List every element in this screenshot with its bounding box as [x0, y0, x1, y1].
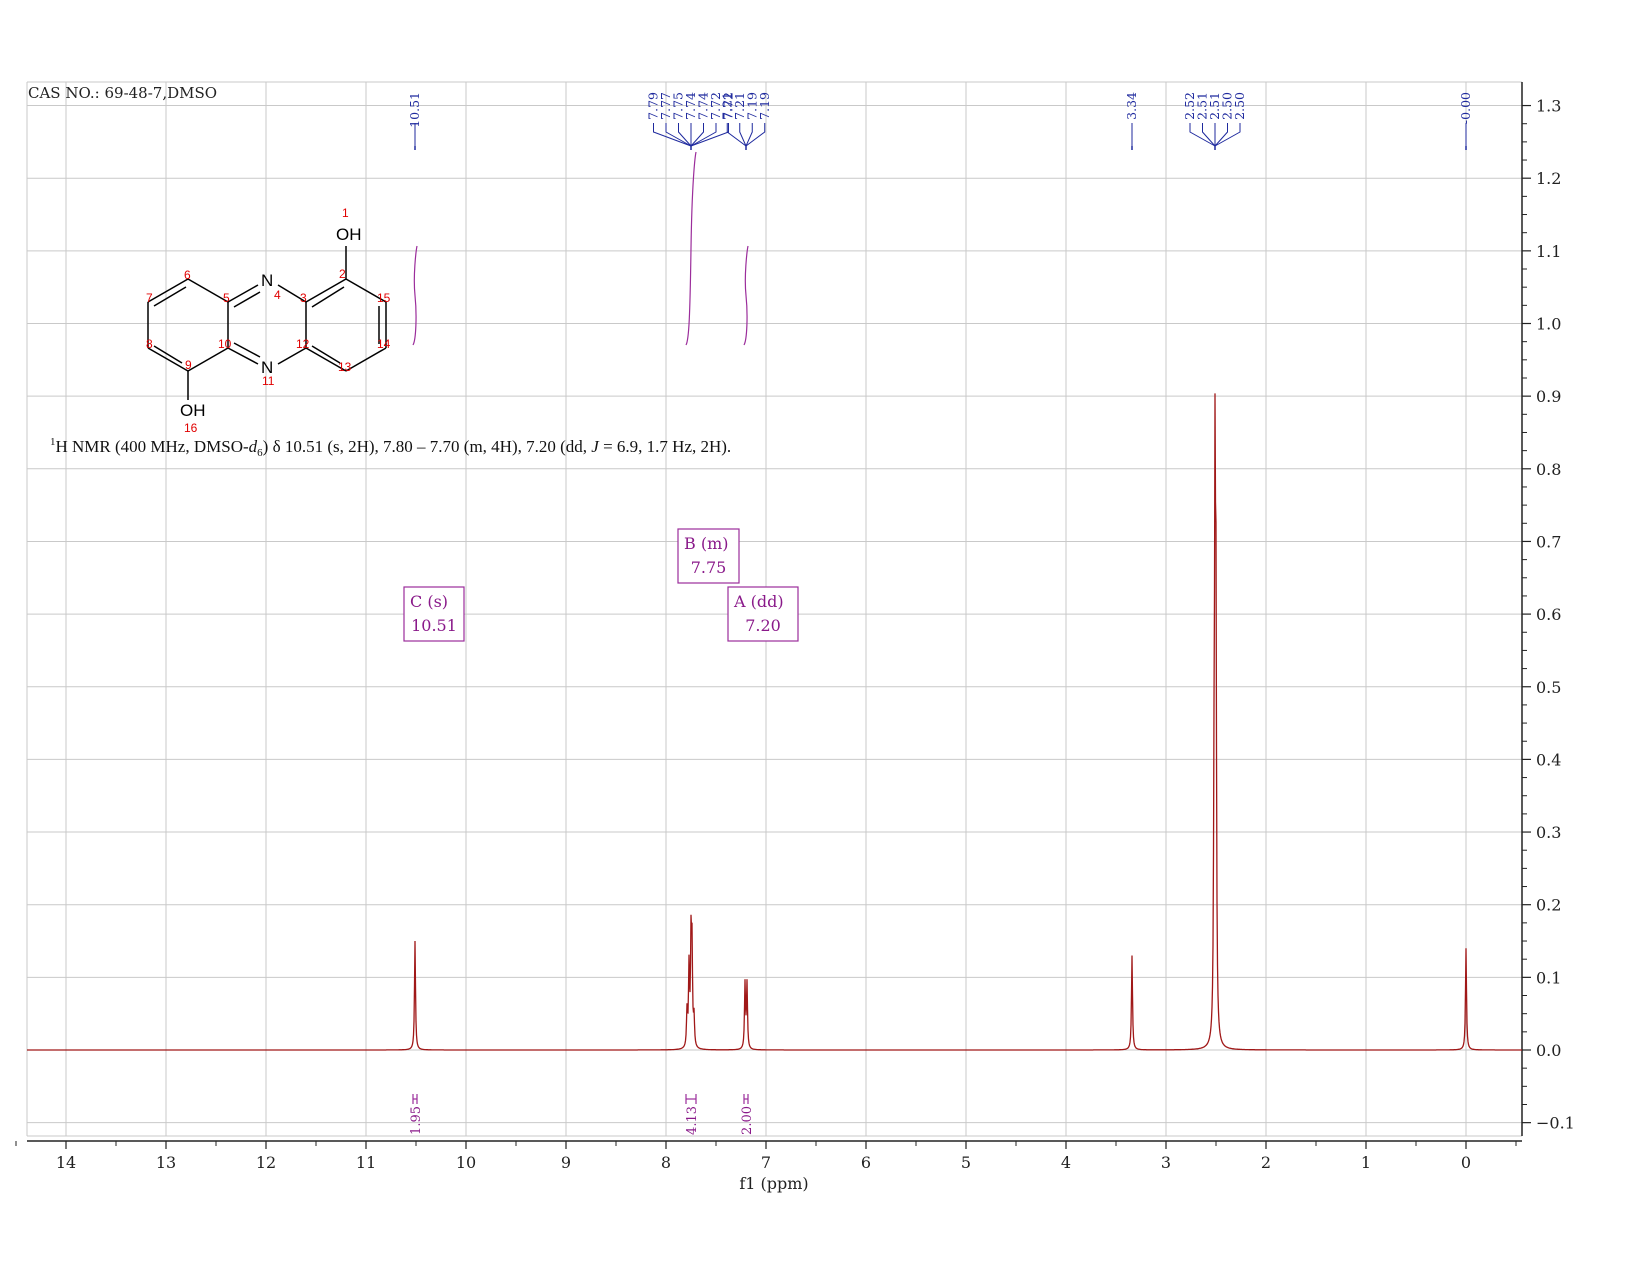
x-axis-ticks: 14 13 12 11 10 9 8 7 6 5 4 3 2 1 0 — [15, 1141, 1517, 1172]
peak-label-text: 10.51 — [407, 92, 422, 128]
nmr-summary-text: 1H NMR (400 MHz, DMSO-d6) δ 10.51 (s, 2H… — [50, 436, 731, 459]
x-tick-label: 13 — [156, 1153, 176, 1172]
multiplet-shift: 7.75 — [691, 558, 727, 577]
y-tick-label: 1.3 — [1536, 97, 1561, 116]
integral-curve — [685, 151, 697, 346]
multiplet-label: B (m) — [684, 534, 729, 553]
atom-number-12: 12 — [296, 337, 310, 351]
multiplet-boxes: C (s) 10.51 B (m) 7.75 A (dd) 7.20 — [403, 528, 799, 642]
atom-oh-bottom: OH — [180, 401, 206, 420]
summary-part-3: = 6.9, 1.7 Hz, 2H). — [599, 437, 731, 456]
x-tick-label: 11 — [356, 1153, 376, 1172]
y-tick-label: 0.4 — [1536, 750, 1561, 769]
x-tick-label: 4 — [1061, 1153, 1071, 1172]
atom-number-14: 14 — [377, 337, 391, 351]
peak-label-text: 3.34 — [1124, 92, 1139, 120]
integral-value: 2.00 — [740, 1106, 755, 1135]
integral-curve — [743, 245, 749, 346]
multiplet-shift: 10.51 — [411, 616, 457, 635]
summary-part-1: H NMR (400 MHz, DMSO- — [56, 437, 249, 456]
integral-value: 1.95 — [409, 1106, 424, 1135]
y-tick-label: 0.1 — [1536, 968, 1561, 987]
multiplet-label: C (s) — [410, 592, 448, 611]
y-tick-label: 0.0 — [1536, 1041, 1561, 1060]
x-tick-label: 3 — [1161, 1153, 1171, 1172]
x-tick-label: 7 — [761, 1153, 771, 1172]
y-tick-label: 0.7 — [1536, 532, 1561, 551]
y-tick-label: 0.3 — [1536, 823, 1561, 842]
atom-number-2: 2 — [339, 267, 346, 281]
peak-label-text: 2.50 — [1232, 92, 1247, 120]
peak-label-text: 7.19 — [757, 92, 772, 120]
atom-number-16: 16 — [184, 421, 198, 435]
multiplet-label: A (dd) — [733, 592, 784, 611]
integral-curve — [412, 245, 418, 346]
atom-number-3: 3 — [300, 291, 307, 305]
nmr-plot: 14 13 12 11 10 9 8 7 6 5 4 3 2 1 0 1.31.21.11.00.90.80… — [15, 81, 1575, 1193]
x-tick-label: 0 — [1461, 1153, 1471, 1172]
peak-label-leader — [726, 123, 747, 147]
y-tick-label: −0.1 — [1536, 1114, 1575, 1133]
x-tick-label: 6 — [861, 1153, 871, 1172]
atom-number-13: 13 — [338, 360, 352, 374]
y-tick-label: 0.5 — [1536, 678, 1561, 697]
atom-number-4: 4 — [274, 288, 281, 302]
atom-oh-top: OH — [336, 225, 362, 244]
y-tick-label: 0.2 — [1536, 896, 1561, 915]
peak-labels: 10.51 7.797.777.757.747.747.727.727.217.2… — [407, 92, 1473, 150]
atom-number-11: 11 — [262, 374, 275, 388]
x-tick-label: 1 — [1361, 1153, 1371, 1172]
x-axis-label: f1 (ppm) — [739, 1174, 808, 1193]
atom-number-8: 8 — [146, 337, 153, 351]
x-tick-label: 9 — [561, 1153, 571, 1172]
atom-number-7: 7 — [146, 291, 153, 305]
x-tick-label: 10 — [456, 1153, 476, 1172]
spectrum-trace — [27, 393, 1522, 1051]
multiplet-shift: 7.20 — [745, 616, 781, 635]
atom-number-9: 9 — [185, 358, 192, 372]
atom-number-1: 1 — [342, 206, 349, 220]
atom-n-top: N — [261, 271, 273, 290]
y-tick-label: 0.8 — [1536, 460, 1561, 479]
y-axis-ticks: 1.3 1.2 1.1 1.0 0.9 0.8 0.7 0.6 0.5 0.4 0.3 0.2 0.1 0… — [1522, 97, 1575, 1133]
x-tick-label: 2 — [1261, 1153, 1271, 1172]
atom-number-5: 5 — [223, 291, 230, 305]
chemical-structure: OH N N OH 1 2 3 4 5 6 7 8 9 10 11 12 13 … — [146, 206, 391, 435]
y-tick-label: 1.2 — [1536, 169, 1561, 188]
peak-label-leader — [745, 123, 766, 147]
x-tick-label: 5 — [961, 1153, 971, 1172]
peak-label-text: -0.00 — [1458, 92, 1473, 124]
x-tick-label: 8 — [661, 1153, 671, 1172]
atom-number-10: 10 — [218, 337, 232, 351]
integral-curves: 1.95 4.13 2.00 — [409, 151, 755, 1135]
cas-number-label: CAS NO.: 69-48-7,DMSO — [28, 84, 217, 102]
x-tick-label: 14 — [56, 1153, 76, 1172]
summary-part-2: ) δ 10.51 (s, 2H), 7.80 – 7.70 (m, 4H), … — [263, 437, 592, 456]
nmr-spectrum-figure: 14 13 12 11 10 9 8 7 6 5 4 3 2 1 0 1.3 1.2 1.1 1.0 0.9 0.8 0… — [0, 0, 1650, 1275]
y-tick-label: 0.6 — [1536, 605, 1561, 624]
x-tick-label: 12 — [256, 1153, 276, 1172]
atom-number-6: 6 — [184, 268, 191, 282]
atom-number-15: 15 — [377, 291, 391, 305]
y-tick-label: 1.1 — [1536, 242, 1561, 261]
y-tick-label: 0.9 — [1536, 387, 1561, 406]
y-tick-label: 1.0 — [1536, 315, 1561, 334]
integral-value: 4.13 — [685, 1106, 700, 1135]
